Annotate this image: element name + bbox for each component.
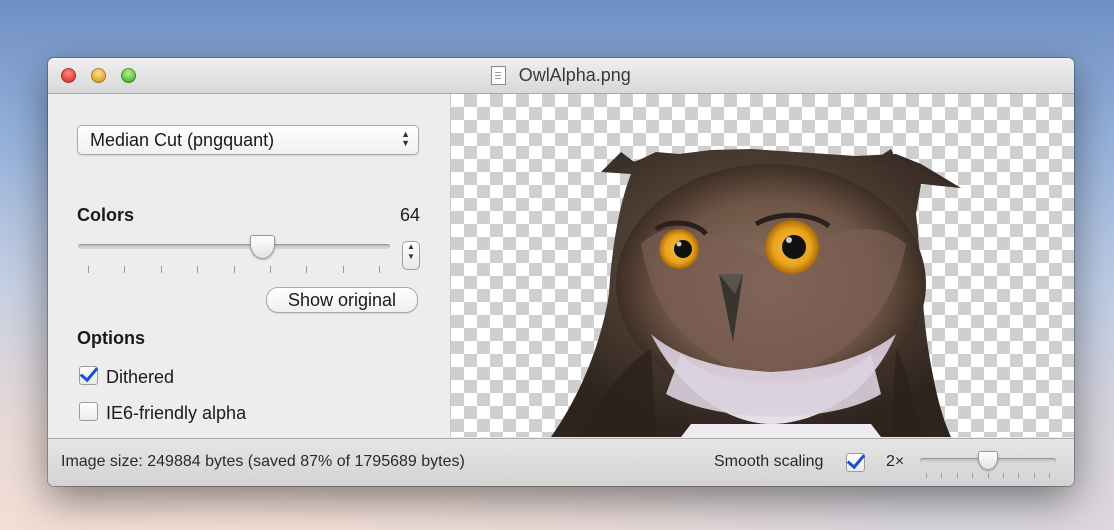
image-size-text: Image size: 249884 bytes (saved 87% of 1… [61, 453, 465, 470]
status-bar: Image size: 249884 bytes (saved 87% of 1… [48, 438, 1074, 486]
colors-value: 64 [399, 205, 420, 225]
dithered-checkbox[interactable] [79, 366, 98, 385]
slider-tick [972, 473, 973, 478]
ie6-alpha-option[interactable]: IE6-friendly alpha [79, 402, 246, 424]
settings-sidebar: Median Cut (pngquant) ▲ ▼ Colors 64 ▲ ▼ Sh… [48, 94, 451, 437]
up-down-chevron-icon: ▲ ▼ [401, 129, 410, 148]
owl-image [551, 149, 961, 437]
slider-tick [379, 266, 380, 273]
colors-stepper[interactable]: ▲ ▼ [402, 241, 420, 270]
zoom-slider[interactable] [920, 451, 1056, 470]
colors-slider[interactable] [78, 235, 390, 259]
slider-tick [88, 266, 89, 273]
colors-label: Colors [77, 205, 135, 225]
show-original-button[interactable]: Show original [266, 287, 418, 313]
colors-slider-ticks [88, 266, 380, 274]
slider-tick [270, 266, 271, 273]
slider-tick [957, 473, 958, 478]
algorithm-popup[interactable]: Median Cut (pngquant) ▲ ▼ [77, 125, 419, 155]
png-file-icon [491, 66, 507, 85]
title-bar[interactable]: OwlAlpha.png [48, 58, 1074, 94]
options-label: Options [77, 328, 145, 348]
colors-slider-knob[interactable] [250, 235, 275, 259]
ie6-alpha-label: IE6-friendly alpha [106, 403, 247, 423]
slider-tick [124, 266, 125, 273]
slider-tick [197, 266, 198, 273]
slider-tick [1018, 473, 1019, 478]
algorithm-selected: Median Cut (pngquant) [90, 130, 275, 150]
app-window: OwlAlpha.png Median Cut (pngquant) ▲ ▼ Co… [48, 58, 1074, 486]
slider-tick [343, 266, 344, 273]
ie6-alpha-checkbox[interactable] [79, 402, 98, 421]
slider-tick [1003, 473, 1004, 478]
slider-tick [926, 473, 927, 478]
slider-tick [161, 266, 162, 273]
window-title-group: OwlAlpha.png [48, 65, 1074, 86]
slider-tick [941, 473, 942, 478]
zoom-slider-ticks [926, 473, 1050, 479]
smooth-scaling-checkbox[interactable] [846, 453, 865, 472]
zoom-label: 2× [886, 453, 905, 470]
dithered-label: Dithered [106, 367, 175, 387]
slider-tick [1034, 473, 1035, 478]
zoom-slider-knob[interactable] [978, 451, 998, 470]
dithered-option[interactable]: Dithered [79, 366, 174, 388]
image-preview[interactable] [451, 94, 1074, 437]
slider-tick [988, 473, 989, 478]
window-title: OwlAlpha.png [518, 65, 631, 85]
slider-tick [1049, 473, 1050, 478]
slider-tick [234, 266, 235, 273]
smooth-scaling-label: Smooth scaling [714, 453, 824, 470]
slider-tick [306, 266, 307, 273]
